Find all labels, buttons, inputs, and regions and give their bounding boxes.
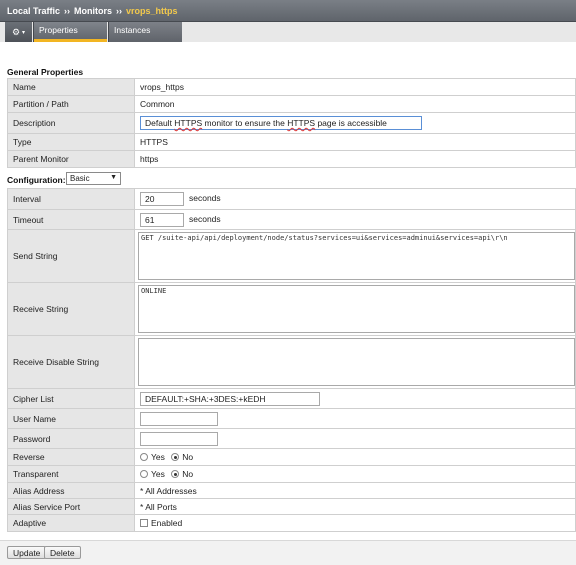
row-interval: Interval 20 seconds	[7, 188, 576, 210]
dropdown-arrow-icon: ▼	[110, 174, 117, 181]
tab-instances[interactable]: Instances	[108, 22, 182, 42]
row-receive-string: Receive String ONLINE	[7, 282, 576, 336]
gear-icon: ⚙	[11, 26, 21, 37]
breadcrumb-separator: ››	[64, 5, 71, 16]
tab-properties[interactable]: Properties	[33, 22, 107, 42]
password-input[interactable]	[140, 431, 218, 446]
general-properties-table: Name vrops_https Partition / Path Common…	[7, 78, 576, 168]
breadcrumb-separator: ››	[116, 5, 123, 16]
transparent-yes-label: Yes	[151, 469, 165, 480]
user-name-label: User Name	[7, 408, 135, 429]
transparent-no-radio[interactable]	[171, 470, 180, 479]
name-value: vrops_https	[134, 78, 576, 96]
user-name-input[interactable]	[140, 411, 218, 426]
configuration-title: Configuration:	[7, 175, 66, 185]
update-button[interactable]: Update	[7, 546, 47, 559]
row-parent-monitor: Parent Monitor https	[7, 150, 576, 168]
row-user-name: User Name	[7, 408, 576, 429]
tab-instances-label: Instances	[114, 25, 151, 35]
delete-button[interactable]: Delete	[44, 546, 81, 559]
name-label: Name	[7, 78, 135, 96]
gear-menu-button[interactable]: ⚙ ▾	[5, 22, 32, 42]
row-partition: Partition / Path Common	[7, 95, 576, 113]
row-alias-service-port: Alias Service Port * All Ports	[7, 498, 576, 515]
description-text: HTTPS	[287, 118, 316, 128]
cipher-list-label: Cipher List	[7, 388, 135, 409]
row-timeout: Timeout 61 seconds	[7, 209, 576, 230]
row-send-string: Send String GET /suite-api/api/deploymen…	[7, 229, 576, 283]
row-alias-address: Alias Address * All Addresses	[7, 482, 576, 499]
timeout-label: Timeout	[7, 209, 135, 230]
breadcrumb-local-traffic[interactable]: Local Traffic	[7, 6, 60, 16]
type-value: HTTPS	[134, 133, 576, 151]
transparent-yes-radio[interactable]	[140, 470, 148, 479]
row-receive-disable-string: Receive Disable String	[7, 335, 576, 389]
reverse-label: Reverse	[7, 448, 135, 466]
description-text: Default	[145, 118, 175, 128]
configuration-mode-value: Basic	[70, 174, 90, 183]
description-text: page is accessible	[315, 118, 387, 128]
interval-unit: seconds	[189, 193, 221, 204]
transparent-no-label: No	[182, 469, 194, 480]
alias-service-port-label: Alias Service Port	[7, 498, 135, 515]
row-name: Name vrops_https	[7, 78, 576, 96]
description-text: monitor to ensure the	[202, 118, 288, 128]
alias-address-value: * All Addresses	[134, 482, 576, 499]
active-tab-indicator	[34, 39, 107, 42]
alias-address-label: Alias Address	[7, 482, 135, 499]
alias-service-port-value: * All Ports	[134, 498, 576, 515]
row-password: Password	[7, 428, 576, 449]
parent-monitor-label: Parent Monitor	[7, 150, 135, 168]
partition-label: Partition / Path	[7, 95, 135, 113]
receive-disable-string-textarea[interactable]	[138, 338, 575, 386]
send-string-label: Send String	[7, 229, 135, 283]
reverse-no-label: No	[182, 452, 194, 463]
receive-string-label: Receive String	[7, 282, 135, 336]
configuration-mode-select[interactable]: Basic ▼	[66, 172, 121, 185]
row-adaptive: Adaptive Enabled	[7, 514, 576, 532]
row-transparent: Transparent Yes No	[7, 465, 576, 483]
row-reverse: Reverse Yes No	[7, 448, 576, 466]
reverse-yes-radio[interactable]	[140, 453, 148, 462]
row-cipher-list: Cipher List DEFAULT:+SHA:+3DES:+kEDH	[7, 388, 576, 409]
adaptive-label: Adaptive	[7, 514, 135, 532]
adaptive-checkbox[interactable]	[140, 519, 148, 528]
cipher-list-input[interactable]: DEFAULT:+SHA:+3DES:+kEDH	[140, 391, 320, 406]
description-input[interactable]: Default HTTPS monitor to ensure the HTTP…	[140, 116, 422, 130]
type-label: Type	[7, 133, 135, 151]
description-text: HTTPS	[174, 118, 203, 128]
breadcrumb-monitors[interactable]: Monitors	[74, 6, 112, 16]
adaptive-checkbox-label: Enabled	[151, 518, 183, 529]
reverse-yes-label: Yes	[151, 452, 165, 463]
configuration-table: Interval 20 seconds Timeout 61 seconds Sen…	[7, 188, 576, 532]
transparent-label: Transparent	[7, 465, 135, 483]
password-label: Password	[7, 428, 135, 449]
row-type: Type HTTPS	[7, 133, 576, 151]
chevron-down-icon: ▾	[22, 29, 26, 36]
send-string-textarea[interactable]: GET /suite-api/api/deployment/node/statu…	[138, 232, 575, 280]
breadcrumb: Local Traffic ›› Monitors ›› vrops_https	[0, 0, 576, 22]
breadcrumb-current: vrops_https	[126, 5, 178, 16]
receive-string-textarea[interactable]: ONLINE	[138, 285, 575, 333]
interval-input[interactable]: 20	[140, 192, 184, 206]
timeout-input[interactable]: 61	[140, 212, 184, 227]
action-bar	[0, 540, 576, 565]
receive-disable-string-label: Receive Disable String	[7, 335, 135, 389]
parent-monitor-value: https	[134, 150, 576, 168]
tab-properties-label: Properties	[39, 25, 78, 35]
timeout-unit: seconds	[189, 213, 221, 224]
interval-label: Interval	[7, 188, 135, 210]
row-description: Description Default HTTPS monitor to ens…	[7, 112, 576, 134]
partition-value: Common	[134, 95, 576, 113]
description-label: Description	[7, 112, 135, 134]
reverse-no-radio[interactable]	[171, 453, 180, 462]
general-properties-title: General Properties	[7, 67, 84, 77]
tab-bar: ⚙ ▾ Properties Instances	[0, 22, 576, 42]
